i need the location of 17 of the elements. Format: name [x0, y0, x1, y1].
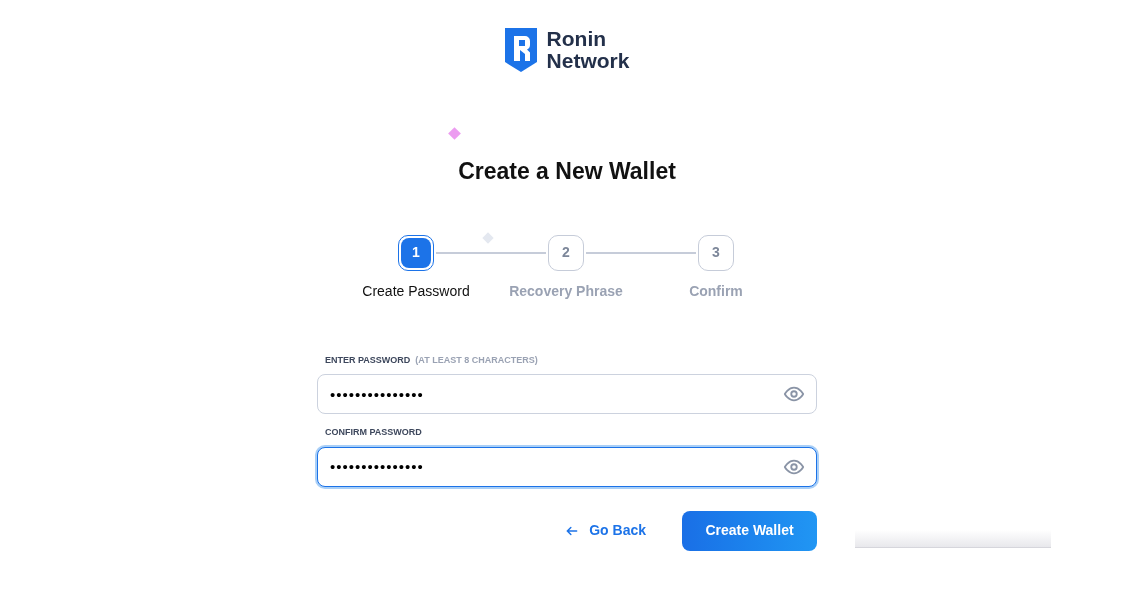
- field-hint: (AT LEAST 8 CHARACTERS): [415, 353, 538, 367]
- step-number: 2: [548, 234, 584, 271]
- step-label: Confirm: [689, 281, 743, 301]
- step-number: 3: [698, 234, 734, 271]
- step-number: 1: [398, 234, 434, 271]
- step-label: Recovery Phrase: [509, 281, 623, 301]
- logo-icon: [502, 26, 539, 74]
- logo-text: Ronin: [546, 28, 608, 50]
- create-wallet-button[interactable]: Create Wallet: [682, 510, 817, 551]
- field-label: ENTER PASSWORD: [325, 353, 411, 367]
- password-field[interactable]: •••••••••••••••: [317, 446, 817, 487]
- back-button[interactable]: Go Back: [565, 520, 646, 541]
- step-label: Create Password: [362, 281, 470, 301]
- password-field[interactable]: •••••••••••••••: [317, 374, 817, 414]
- field-label: CONFIRM PASSWORD: [325, 426, 422, 439]
- logo-text: Network: [546, 50, 630, 72]
- page-title: Create a New Wallet: [458, 157, 676, 186]
